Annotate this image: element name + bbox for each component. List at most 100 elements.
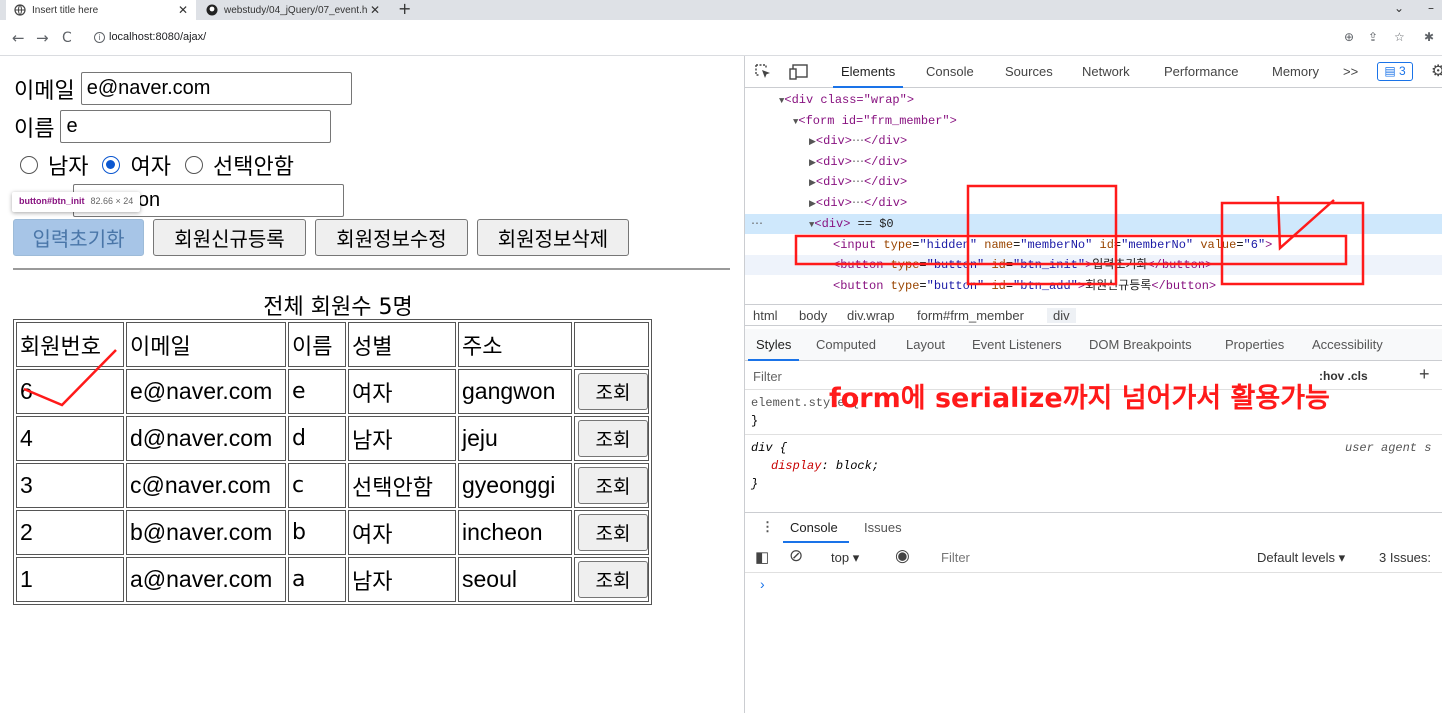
- lookup-button[interactable]: 조회: [578, 561, 648, 598]
- dom-line-hidden-input[interactable]: <input type="hidden" name="memberNo" id=…: [745, 235, 1442, 255]
- tab-accessibility[interactable]: Accessibility: [1312, 337, 1383, 352]
- member-no-cell: 1: [16, 557, 124, 602]
- annotation-text: form에 serialize까지 넘어가서 활용가능: [829, 383, 1330, 414]
- dom-line-selected-div[interactable]: ⋯ ▼<div> == $0: [745, 214, 1442, 234]
- console-filter-input[interactable]: Filter: [941, 550, 970, 565]
- sidebar-toggle-icon[interactable]: ◧: [755, 548, 769, 566]
- extensions-icon[interactable]: ✱: [1424, 30, 1434, 44]
- attr-id: memberNo: [1128, 238, 1186, 252]
- breadcrumb: html body div.wrap form#frm_member div: [745, 304, 1442, 326]
- lookup-button[interactable]: 조회: [578, 467, 648, 504]
- new-tab-button[interactable]: +: [398, 0, 411, 20]
- dom-line-div[interactable]: ▶<div>⋯</div>: [745, 152, 1442, 172]
- gender-cell: 여자: [348, 510, 456, 555]
- address-cell: jeju: [458, 416, 572, 461]
- gender-radio-female[interactable]: [102, 156, 121, 174]
- default-levels-dropdown[interactable]: Default levels ▾: [1257, 550, 1345, 566]
- tab-dom-breakpoints[interactable]: DOM Breakpoints: [1089, 337, 1192, 352]
- tab-search-chevron-icon[interactable]: ⌄: [1394, 0, 1404, 20]
- dom-line-form[interactable]: ▼<form id="frm_member">: [745, 111, 1442, 131]
- issues-badge-count: 3: [1398, 64, 1406, 78]
- tab-computed[interactable]: Computed: [816, 337, 876, 352]
- gender-radio-none[interactable]: [184, 156, 203, 174]
- close-tab-icon[interactable]: ✕: [178, 3, 188, 17]
- console-drawer-header: ⋮ Console Issues: [745, 512, 1442, 543]
- site-info-icon[interactable]: i: [94, 32, 105, 43]
- settings-gear-icon[interactable]: ⚙: [1431, 61, 1442, 81]
- gender-radio-male[interactable]: [20, 156, 38, 174]
- drawer-tab-issues[interactable]: Issues: [864, 520, 902, 535]
- dom-tag: </div>: [863, 155, 908, 169]
- dom-line-wrap[interactable]: ▼<div class="wrap">: [745, 90, 1442, 110]
- inspect-element-icon[interactable]: [755, 64, 773, 80]
- tab-memory[interactable]: Memory: [1272, 64, 1319, 79]
- share-icon[interactable]: ⇪: [1368, 30, 1378, 44]
- context-selector[interactable]: top ▾: [831, 550, 859, 566]
- breadcrumb-item[interactable]: div: [1047, 308, 1076, 323]
- browser-tab-insert-title[interactable]: Insert title here ✕: [6, 0, 196, 20]
- browser-tab-webstudy[interactable]: webstudy/04_jQuery/07_event.h ✕: [198, 0, 388, 20]
- add-rule-icon[interactable]: +: [1419, 364, 1430, 385]
- dom-line-div[interactable]: ▶<div>⋯</div>: [745, 131, 1442, 151]
- lookup-button[interactable]: 조회: [578, 514, 648, 551]
- dom-tag: <div>: [815, 196, 852, 210]
- tooltip-size: 82.66 × 24: [90, 196, 134, 206]
- url-field[interactable]: i localhost:8080/ajax/: [94, 31, 206, 43]
- device-toolbar-icon[interactable]: [789, 64, 809, 80]
- more-dots-icon[interactable]: ⋯: [751, 214, 763, 234]
- rule-value: block;: [835, 459, 880, 473]
- tab-sources[interactable]: Sources: [1005, 64, 1053, 79]
- issues-count[interactable]: 3 Issues:: [1379, 550, 1431, 565]
- update-button[interactable]: 회원정보수정: [315, 219, 468, 256]
- email-input[interactable]: [80, 72, 352, 105]
- clear-console-icon[interactable]: ⊘: [789, 546, 803, 566]
- dom-line-div[interactable]: ▶<div>⋯</div>: [745, 172, 1442, 192]
- name-input[interactable]: [60, 110, 332, 143]
- delete-button[interactable]: 회원정보삭제: [477, 219, 629, 256]
- dom-tree: ▼<div class="wrap"> ▼<form id="frm_membe…: [745, 92, 1442, 304]
- table-row: 1 a@naver.com a 남자 seoul 조회: [16, 557, 649, 602]
- dom-tag: <form id="frm_member">: [798, 114, 957, 128]
- back-arrow-icon[interactable]: ←: [12, 29, 25, 47]
- context-label: top: [831, 550, 850, 565]
- minimize-icon[interactable]: –: [1428, 0, 1434, 20]
- tab-properties[interactable]: Properties: [1225, 337, 1284, 352]
- more-tabs-chevron[interactable]: >>: [1343, 64, 1358, 79]
- tab-network[interactable]: Network: [1082, 64, 1130, 79]
- drawer-tab-console[interactable]: Console: [790, 520, 838, 535]
- zoom-icon[interactable]: ⊕: [1344, 30, 1354, 44]
- tab-layout[interactable]: Layout: [906, 337, 945, 352]
- inspect-tooltip: button#btn_init 82.66 × 24: [12, 192, 141, 212]
- default-levels-label: Default levels: [1257, 550, 1336, 565]
- reset-button[interactable]: 입력초기화: [13, 219, 144, 256]
- bookmark-star-icon[interactable]: ☆: [1394, 30, 1405, 44]
- breadcrumb-item[interactable]: form#frm_member: [917, 308, 1024, 323]
- styles-filter-input[interactable]: Filter: [753, 369, 782, 384]
- tab-event-listeners[interactable]: Event Listeners: [972, 337, 1062, 352]
- drawer-menu-icon[interactable]: ⋮: [761, 519, 774, 535]
- issues-badge[interactable]: ▤ 3: [1377, 62, 1413, 81]
- dom-line-btn-add[interactable]: <button type="button" id="btn_add">회원신규등…: [745, 276, 1442, 296]
- lookup-button[interactable]: 조회: [578, 420, 648, 457]
- lookup-button[interactable]: 조회: [578, 373, 648, 410]
- live-expression-eye-icon[interactable]: ◉: [895, 546, 910, 566]
- header-cell: 성별: [348, 322, 456, 367]
- table-row: 3 c@naver.com c 선택안함 gyeonggi 조회: [16, 463, 649, 508]
- dom-line-div[interactable]: ▶<div>⋯</div>: [745, 193, 1442, 213]
- breadcrumb-item[interactable]: body: [799, 308, 827, 323]
- forward-arrow-icon[interactable]: →: [36, 29, 49, 47]
- reload-icon[interactable]: C: [62, 30, 72, 46]
- name-cell: b: [288, 510, 346, 555]
- page-viewport: 이메일 이름 남자 여자 선택안함 button#btn_init 82.66 ×…: [0, 56, 744, 713]
- name-row: 이름: [14, 110, 332, 143]
- tab-elements[interactable]: Elements: [832, 64, 904, 88]
- breadcrumb-item[interactable]: html: [753, 308, 778, 323]
- close-tab-icon[interactable]: ✕: [370, 3, 380, 17]
- tab-console[interactable]: Console: [926, 64, 974, 79]
- tab-performance[interactable]: Performance: [1164, 64, 1238, 79]
- tab-styles[interactable]: Styles: [747, 337, 800, 361]
- register-button[interactable]: 회원신규등록: [153, 219, 306, 256]
- dom-line-btn-init[interactable]: <button type="button" id="btn_init">입력초기…: [745, 255, 1442, 275]
- console-prompt-icon[interactable]: ›: [760, 576, 765, 592]
- breadcrumb-item[interactable]: div.wrap: [847, 308, 894, 323]
